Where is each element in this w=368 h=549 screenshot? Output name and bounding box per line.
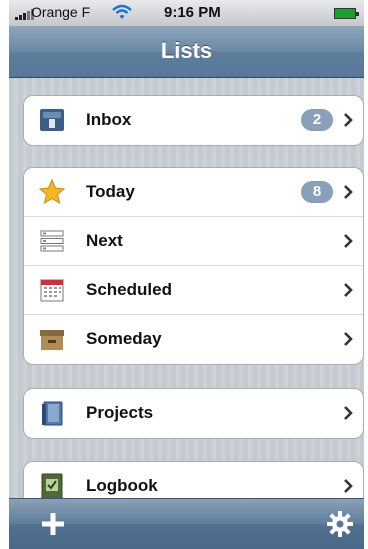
logbook-icon bbox=[41, 473, 63, 500]
status-time: 9:16 PM bbox=[164, 4, 221, 21]
device-screen: Orange F 9:16 PM Lists Inbox 2 Today 8 N… bbox=[9, 0, 364, 549]
battery-icon bbox=[334, 8, 359, 19]
chevron-right-icon bbox=[344, 113, 353, 127]
chevron-right-icon bbox=[344, 283, 353, 297]
chevron-right-icon bbox=[344, 406, 353, 420]
list-item-inbox[interactable]: Inbox 2 bbox=[24, 96, 363, 145]
calendar-icon bbox=[40, 279, 64, 302]
list-item-today[interactable]: Today 8 bbox=[24, 168, 363, 217]
chevron-right-icon bbox=[344, 185, 353, 199]
bottom-toolbar bbox=[9, 498, 364, 549]
list-item-next[interactable]: Next bbox=[24, 217, 363, 266]
list-item-label: Someday bbox=[86, 329, 162, 348]
star-icon bbox=[38, 178, 66, 205]
inbox-group: Inbox 2 bbox=[23, 95, 364, 146]
list-item-scheduled[interactable]: Scheduled bbox=[24, 266, 363, 315]
list-item-someday[interactable]: Someday bbox=[24, 315, 363, 364]
archive-box-icon bbox=[40, 330, 64, 350]
list-item-label: Inbox bbox=[86, 110, 132, 129]
carrier-name: Orange F bbox=[31, 4, 91, 20]
projects-icon bbox=[42, 401, 63, 426]
chevron-right-icon bbox=[344, 234, 353, 248]
count-badge: 2 bbox=[301, 109, 333, 131]
page-title: Lists bbox=[160, 38, 213, 63]
list-icon bbox=[40, 230, 64, 252]
list-item-projects[interactable]: Projects bbox=[24, 389, 363, 438]
projects-group: Projects bbox=[23, 388, 364, 439]
list-item-label: Next bbox=[86, 231, 123, 250]
list-item-label: Scheduled bbox=[86, 280, 172, 299]
chevron-right-icon bbox=[344, 479, 353, 493]
list-item-label: Projects bbox=[86, 403, 154, 422]
focus-group: Today 8 Next Scheduled Someday bbox=[23, 167, 364, 365]
status-bar: Orange F 9:16 PM bbox=[9, 0, 364, 26]
wifi-icon bbox=[112, 4, 132, 19]
plus-icon[interactable] bbox=[39, 510, 67, 538]
lists-content[interactable]: Inbox 2 Today 8 Next Scheduled Someday P… bbox=[9, 78, 364, 512]
gear-icon[interactable] bbox=[326, 510, 354, 538]
list-item-label: Logbook bbox=[86, 476, 158, 495]
count-badge: 8 bbox=[301, 181, 333, 203]
inbox-icon bbox=[40, 109, 64, 131]
navigation-bar: Lists bbox=[9, 26, 364, 78]
chevron-right-icon bbox=[344, 332, 353, 346]
list-item-label: Today bbox=[86, 182, 135, 201]
